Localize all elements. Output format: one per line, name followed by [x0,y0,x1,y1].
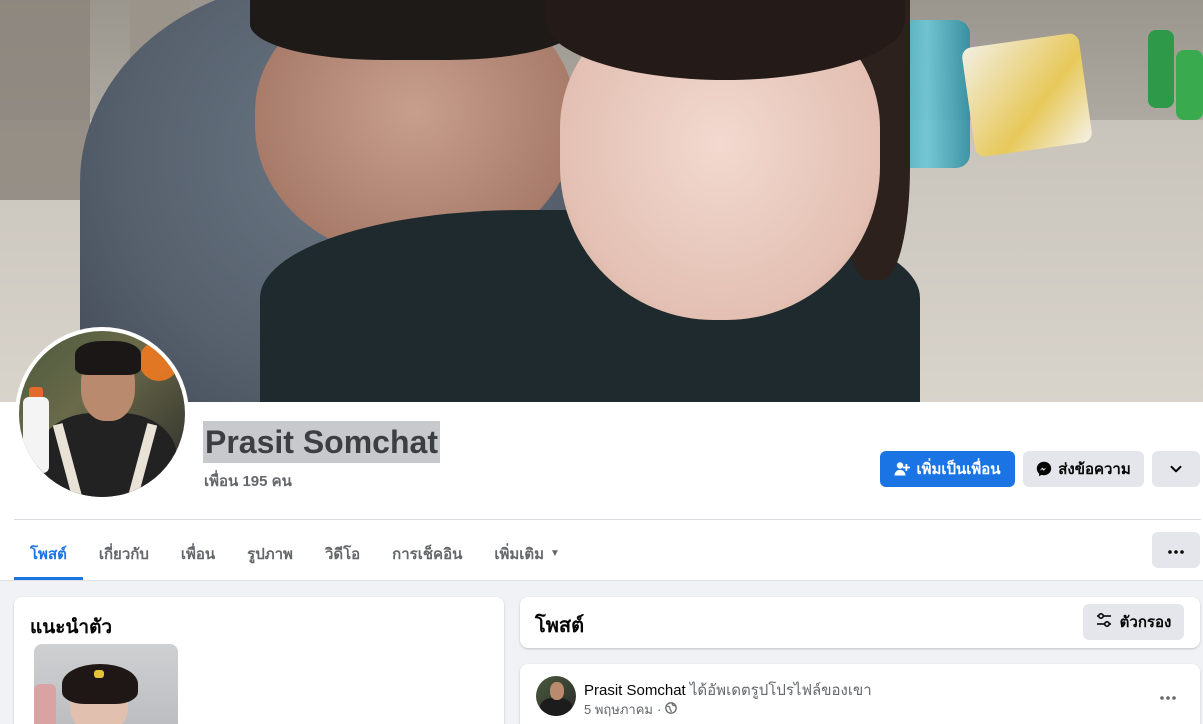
tab-friends[interactable]: เพื่อน [165,527,231,580]
post-author-avatar[interactable] [536,676,576,716]
tab-label: การเช็คอิน [392,545,463,563]
featured-photo-hairclip [94,670,104,678]
post-meta: 5 พฤษภาคม · [584,699,678,720]
header-divider [14,519,1201,520]
tab-label: เพื่อน [180,545,216,563]
header-bottom-border [0,580,1203,581]
profile-tabs: โพสต์ เกี่ยวกับ เพื่อน รูปภาพ วิดีโอ การ… [14,527,576,580]
filter-button[interactable]: ตัวกรอง [1083,604,1184,640]
avatar-image [19,331,185,497]
tabs-more-button[interactable] [1152,532,1200,568]
tab-photos[interactable]: รูปภาพ [231,527,309,580]
globe-icon [665,702,678,717]
post-date[interactable]: 5 พฤษภาคม [584,699,653,720]
filter-icon [1096,612,1112,632]
more-horizontal-icon [1160,683,1176,706]
tab-label: เกี่ยวกับ [98,545,149,563]
post-card: Prasit Somchat ได้อัพเดตรูปโปรไฟล์ของเขา… [520,664,1200,724]
tab-posts[interactable]: โพสต์ [14,527,83,580]
message-label: ส่งข้อความ [1058,461,1131,478]
tab-label: รูปภาพ [247,545,293,563]
chevron-down-icon [1169,462,1183,476]
tab-about[interactable]: เกี่ยวกับ [83,527,165,580]
profile-more-button[interactable] [1152,451,1200,487]
featured-photo[interactable] [34,644,178,724]
intro-card: แนะนำตัว [14,597,504,724]
avatar-bottle [23,397,49,473]
post-options-button[interactable] [1152,678,1184,710]
friend-count[interactable]: เพื่อน 195 คน [204,469,292,493]
avatar-bg-object [139,341,179,381]
post-author-name[interactable]: Prasit Somchat [584,682,686,699]
profile-avatar[interactable] [15,327,189,501]
cover-bottle [1148,30,1174,108]
meta-separator: · [657,702,662,717]
cover-man-hair [250,0,580,60]
profile-name: Prasit Somchat [203,421,440,463]
posts-title: โพสต์ [535,615,585,637]
tab-videos[interactable]: วิดีโอ [309,527,376,580]
posts-header-card: โพสต์ ตัวกรอง [520,597,1200,648]
tab-label: วิดีโอ [324,545,361,563]
more-horizontal-icon [1168,541,1184,559]
tab-checkins[interactable]: การเช็คอิน [376,527,478,580]
filter-label: ตัวกรอง [1119,614,1172,631]
tab-more[interactable]: เพิ่มเติม ▼ [478,527,576,580]
cover-bag [960,32,1094,158]
post-avatar-face [550,682,564,700]
messenger-icon [1036,461,1052,477]
caret-down-icon: ▼ [550,548,560,559]
add-friend-icon [894,461,911,477]
message-button[interactable]: ส่งข้อความ [1023,451,1144,487]
post-action-text: ได้อัพเดตรูปโปรไฟล์ของเขา [689,682,872,699]
post-avatar-jacket [540,698,572,716]
add-friend-button[interactable]: เพิ่มเป็นเพื่อน [880,451,1015,487]
featured-photo-arm [34,684,56,724]
intro-title: แนะนำตัว [30,617,113,638]
cover-bench [0,0,90,200]
tab-label: โพสต์ [30,545,67,563]
add-friend-label: เพิ่มเป็นเพื่อน [916,461,1001,478]
avatar-hair [75,341,141,375]
cover-photo[interactable] [0,0,1203,402]
cover-bottle-2 [1176,50,1203,120]
tab-label: เพิ่มเติม [494,545,545,563]
